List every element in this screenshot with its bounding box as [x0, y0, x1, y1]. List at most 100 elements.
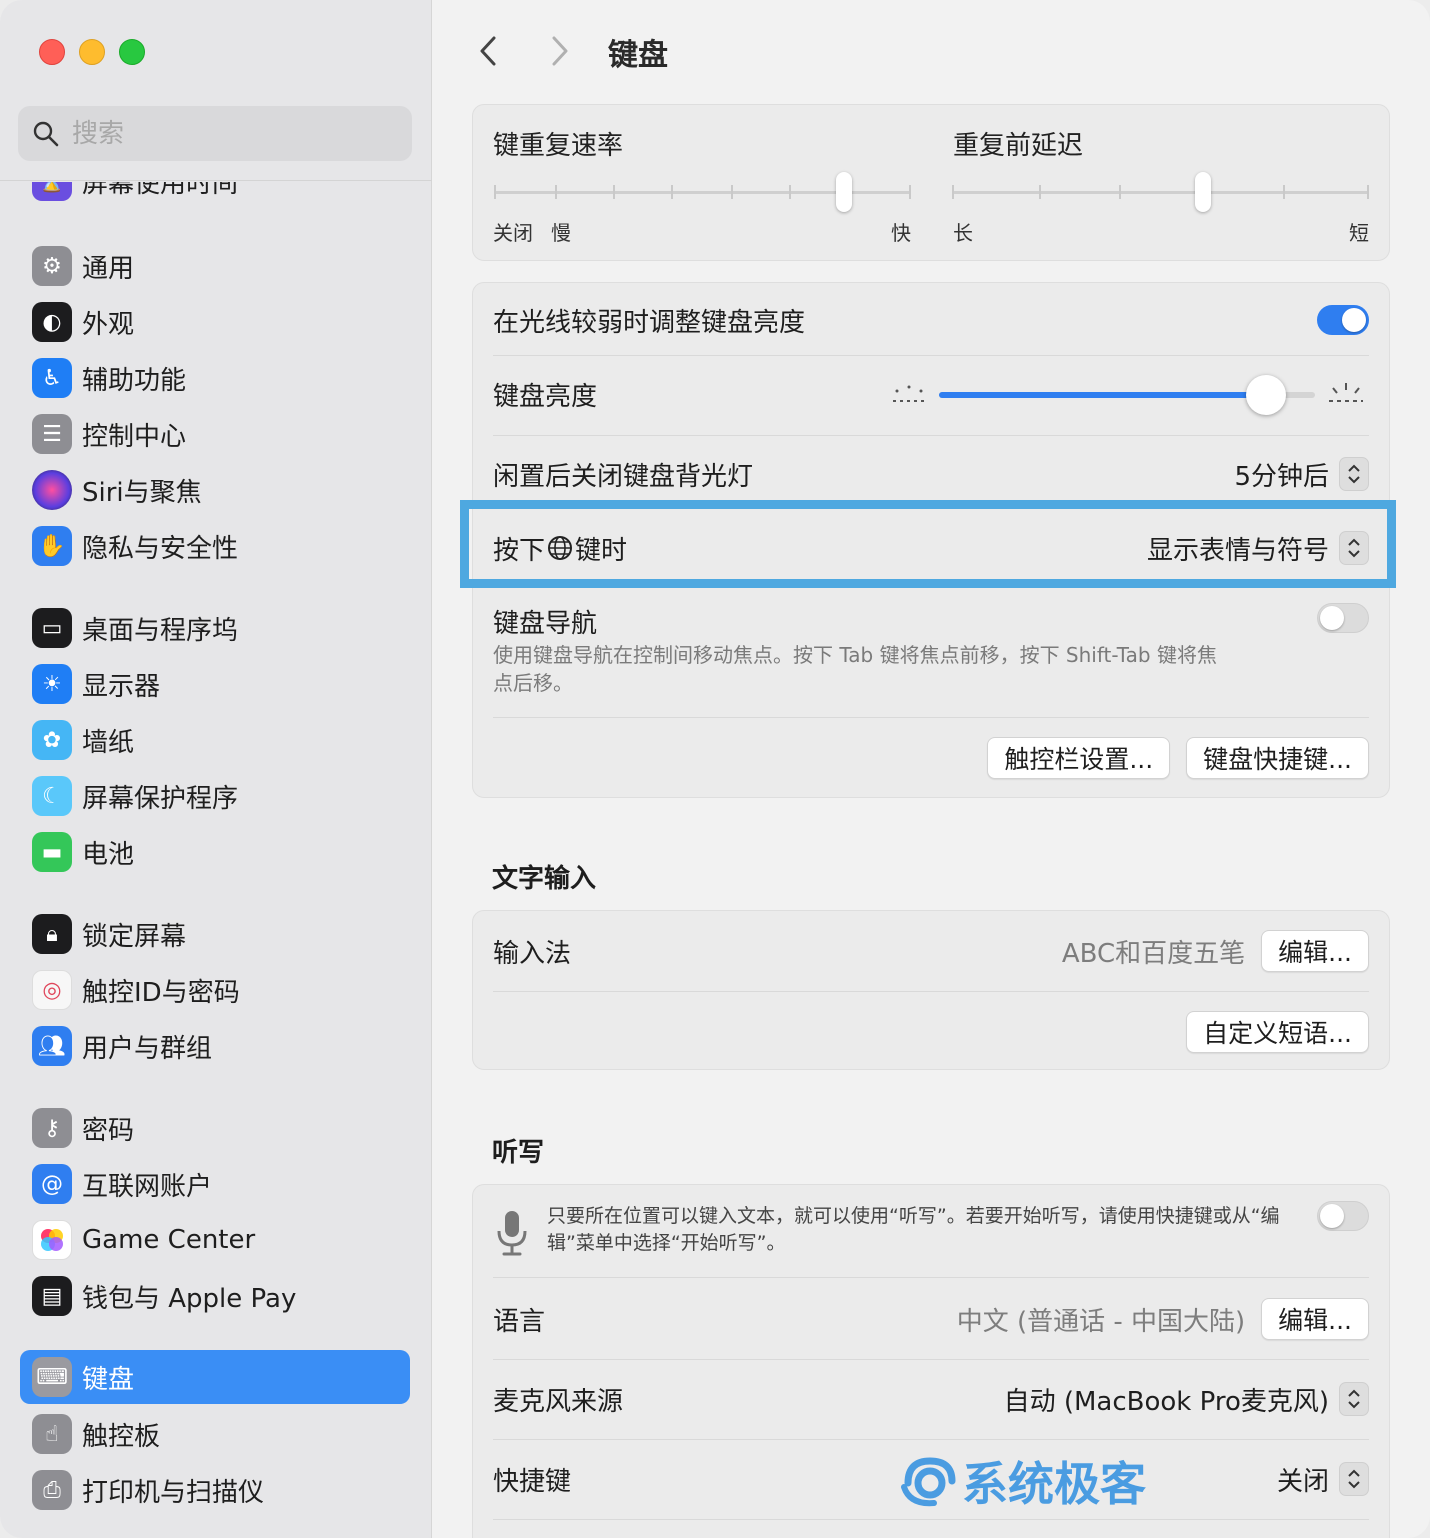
delay-long-label: 长: [953, 221, 973, 245]
globe-key-label-post: 键时: [575, 535, 628, 566]
delay-until-repeat-label: 重复前延迟: [953, 131, 1084, 161]
sidebar-item-printers[interactable]: ⎙ 打印机与扫描仪: [20, 1463, 410, 1517]
sidebar-item-screensaver[interactable]: ☾ 屏幕保护程序: [20, 769, 410, 823]
backlight-off-value: 5分钟后: [1234, 461, 1329, 492]
input-sources-label: 输入法: [493, 938, 572, 969]
sidebar-item-game-center[interactable]: Game Center: [20, 1213, 410, 1267]
screensaver-icon: ☾: [32, 776, 72, 816]
dictation-language-row: 语言 中文 (普通话 - 中国大陆) 编辑...: [493, 1297, 1369, 1341]
auto-brightness-label: 在光线较弱时调整键盘亮度: [493, 307, 806, 338]
rate-off-label: 关闭: [493, 221, 533, 245]
sidebar-item-displays[interactable]: ☀ 显示器: [20, 657, 410, 711]
dock-icon: ▭: [32, 608, 72, 648]
sidebar-item-trackpad[interactable]: ☝ 触控板: [20, 1407, 410, 1461]
sidebar-item-appearance[interactable]: ◐ 外观: [20, 295, 410, 349]
sidebar-list: ⌛ 屏幕使用时间 ⚙ 通用 ◐ 外观 ♿ 辅助功能 ☰ 控制中心 Siri与聚焦: [20, 0, 412, 1538]
backlight-off-popup[interactable]: 5分钟后: [1234, 456, 1369, 493]
sidebar-item-privacy[interactable]: ✋ 隐私与安全性: [20, 519, 410, 573]
flower-icon: ✿: [32, 720, 72, 760]
keyboard-settings-card: 在光线较弱时调整键盘亮度 键盘亮度 闲置后关闭键盘背光灯 5分钟后 按下 键时 …: [472, 282, 1390, 798]
text-replacements-button[interactable]: 自定义短语...: [1186, 1011, 1369, 1053]
dictation-shortcut-value: 关闭: [1276, 1466, 1329, 1497]
trackpad-icon: ☝: [32, 1414, 72, 1454]
keyboard-navigation-row: 键盘导航: [493, 603, 1369, 639]
rate-slow-label: 慢: [551, 221, 571, 245]
accessibility-icon: ♿: [32, 358, 72, 398]
brightness-high-icon: [1329, 383, 1363, 402]
sidebar-item-screen-time[interactable]: ⌛ 屏幕使用时间: [20, 182, 410, 204]
microphone-icon: [497, 1211, 527, 1256]
gear-icon: ⚙: [32, 246, 72, 286]
key-repeat-rate-thumb[interactable]: [836, 172, 853, 212]
updown-chevron-icon: [1339, 457, 1369, 491]
sidebar-item-internet-accounts[interactable]: @ 互联网账户: [20, 1157, 410, 1211]
sun-icon: ☀: [32, 664, 72, 704]
fingerprint-icon: ◎: [32, 970, 72, 1010]
dictation-toggle[interactable]: [1317, 1201, 1369, 1231]
microphone-source-label: 麦克风来源: [493, 1386, 624, 1417]
input-sources-row: 输入法 ABC和百度五笔 编辑...: [493, 929, 1369, 973]
auto-brightness-toggle[interactable]: [1317, 305, 1369, 335]
delay-short-label: 短: [1349, 221, 1369, 245]
globe-key-value: 显示表情与符号: [1146, 535, 1329, 566]
dictation-description: 只要所在位置可以键入文本，就可以使用“听写”。若要开始听写，请使用快捷键或从“编…: [547, 1205, 1280, 1254]
sidebar-item-wallpaper[interactable]: ✿ 墙纸: [20, 713, 410, 767]
control-center-icon: ☰: [32, 414, 72, 454]
sidebar-item-wallet[interactable]: ▤ 钱包与 Apple Pay: [20, 1269, 410, 1323]
keyboard-shortcuts-button[interactable]: 键盘快捷键...: [1186, 737, 1369, 779]
delay-until-repeat-thumb[interactable]: [1194, 172, 1211, 212]
dictation-language-edit-button[interactable]: 编辑...: [1261, 1298, 1369, 1340]
rate-fast-label: 快: [891, 221, 911, 245]
dictation-shortcut-popup[interactable]: 关闭: [1277, 1461, 1369, 1498]
keyboard-navigation-label: 键盘导航: [493, 609, 598, 639]
updown-chevron-icon: [1339, 1382, 1369, 1416]
appearance-icon: ◐: [32, 302, 72, 342]
sidebar-item-lock-screen[interactable]: 🔒︎ 锁定屏幕: [20, 907, 410, 961]
sidebar-item-touch-id[interactable]: ◎ 触控ID与密码: [20, 963, 410, 1017]
input-sources-edit-button[interactable]: 编辑...: [1261, 930, 1369, 972]
sidebar-item-control-center[interactable]: ☰ 控制中心: [20, 407, 410, 461]
keyboard-navigation-description: 使用键盘导航在控制间移动焦点。按下 Tab 键将焦点前移，按下 Shift-Ta…: [493, 643, 1217, 695]
watermark-logo-icon: [901, 1457, 956, 1507]
keyboard-buttons: 触控栏设置... 键盘快捷键...: [987, 737, 1369, 779]
text-input-section-title: 文字输入: [492, 864, 597, 894]
back-chevron-icon[interactable]: [476, 34, 500, 68]
dictation-language-value: 中文 (普通话 - 中国大陆): [956, 1306, 1246, 1337]
keyboard-brightness-thumb[interactable]: [1246, 375, 1287, 415]
microphone-source-popup[interactable]: 自动 (MacBook Pro麦克风): [1004, 1381, 1369, 1418]
globe-icon: [548, 536, 573, 560]
globe-key-popup[interactable]: 显示表情与符号: [1147, 530, 1369, 567]
sidebar-item-accessibility[interactable]: ♿ 辅助功能: [20, 351, 410, 405]
forward-chevron-icon[interactable]: [548, 34, 572, 68]
sidebar-item-desktop-dock[interactable]: ▭ 桌面与程序坞: [20, 601, 410, 655]
dictation-language-label: 语言: [493, 1306, 546, 1337]
sidebar-item-siri[interactable]: Siri与聚焦: [20, 463, 410, 517]
microphone-source-row: 麦克风来源 自动 (MacBook Pro麦克风): [493, 1377, 1369, 1421]
page-title: 键盘: [608, 38, 668, 73]
keyboard-icon: ⌨: [32, 1357, 72, 1397]
sidebar-item-general[interactable]: ⚙ 通用: [20, 239, 410, 293]
sidebar-item-battery[interactable]: ▬ 电池: [20, 825, 410, 879]
sidebar-item-users[interactable]: 👥︎ 用户与群组: [20, 1019, 410, 1073]
key-repeat-card: 键重复速率 重复前延迟 关闭 慢 快 长 短: [472, 104, 1390, 261]
battery-icon: ▬: [32, 832, 72, 872]
globe-key-label-pre: 按下: [493, 535, 546, 566]
sidebar-item-keyboard[interactable]: ⌨ 键盘: [20, 1350, 410, 1404]
wallet-icon: ▤: [32, 1276, 72, 1316]
key-repeat-rate-label: 键重复速率: [493, 131, 624, 161]
keyboard-navigation-toggle[interactable]: [1317, 603, 1369, 633]
dictation-section-title: 听写: [492, 1138, 545, 1168]
globe-key-row: 按下 键时 显示表情与符号: [493, 527, 1369, 569]
watermark: 系统极客: [900, 1448, 1146, 1514]
touchbar-settings-button[interactable]: 触控栏设置...: [987, 737, 1171, 779]
at-icon: @: [32, 1164, 72, 1204]
main-pane: 键盘 键重复速率 重复前延迟 关闭 慢 快 长 短 在光线较弱时调整键盘亮度 键…: [432, 0, 1430, 1538]
watermark-text: 系统极客: [962, 1457, 1146, 1511]
lock-icon: 🔒︎: [32, 914, 72, 954]
printer-icon: ⎙: [32, 1470, 72, 1510]
input-sources-value: ABC和百度五笔: [1061, 938, 1246, 969]
sidebar-item-passwords[interactable]: ⚷ 密码: [20, 1101, 410, 1155]
brightness-low-icon: [893, 385, 925, 402]
hourglass-icon: ⌛: [32, 182, 72, 201]
users-icon: 👥︎: [32, 1026, 72, 1066]
